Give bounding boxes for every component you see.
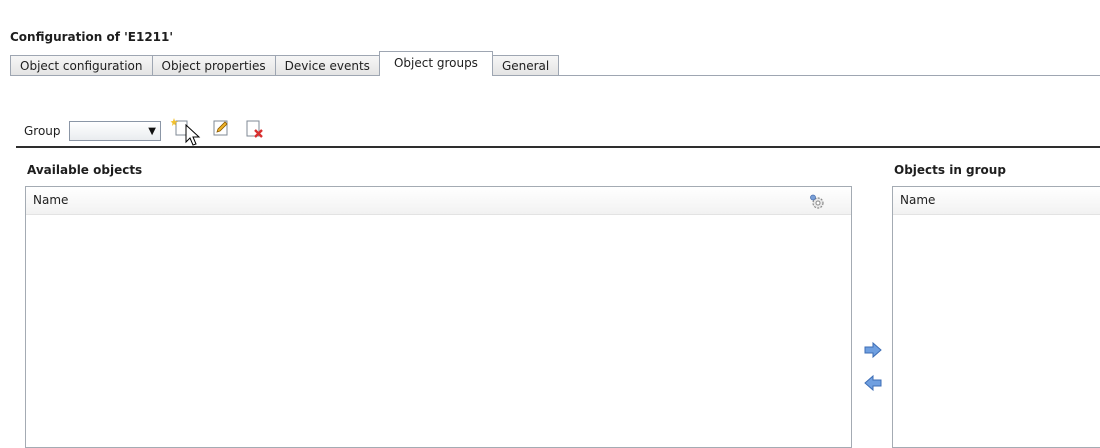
delete-group-button[interactable] — [244, 118, 266, 143]
tab-object-configuration[interactable]: Object configuration — [10, 55, 153, 76]
add-to-group-button[interactable] — [864, 341, 882, 362]
delete-group-icon — [244, 120, 266, 143]
tab-general[interactable]: General — [491, 55, 560, 76]
in-group-name-column-header[interactable]: Name — [893, 187, 1100, 215]
group-label: Group — [24, 124, 61, 138]
tab-object-properties[interactable]: Object properties — [151, 55, 276, 76]
window-title: Configuration of 'E1211' — [10, 30, 174, 44]
edit-group-button[interactable] — [211, 118, 231, 141]
group-dropdown[interactable]: ▼ — [69, 121, 161, 141]
available-name-column-header[interactable]: Name — [26, 187, 851, 215]
arrow-right-icon — [864, 341, 882, 362]
objects-in-group-heading: Objects in group — [894, 163, 1006, 177]
available-objects-heading: Available objects — [27, 163, 143, 177]
tab-bar: Object configuration Object properties D… — [10, 51, 560, 76]
tab-object-groups[interactable]: Object groups — [378, 51, 493, 76]
toolbar-separator — [16, 146, 1100, 148]
settings-gear-icon[interactable] — [809, 193, 825, 220]
available-objects-list[interactable]: Name — [25, 186, 852, 448]
objects-in-group-list[interactable]: Name — [892, 186, 1100, 448]
tab-divider — [10, 75, 1100, 76]
arrow-left-icon — [864, 374, 882, 395]
edit-group-icon — [211, 120, 231, 141]
dropdown-arrow-icon: ▼ — [148, 126, 156, 137]
name-column-label: Name — [900, 193, 936, 207]
remove-from-group-button[interactable] — [864, 374, 882, 395]
name-column-label: Name — [33, 193, 69, 207]
tab-device-events[interactable]: Device events — [274, 55, 380, 76]
